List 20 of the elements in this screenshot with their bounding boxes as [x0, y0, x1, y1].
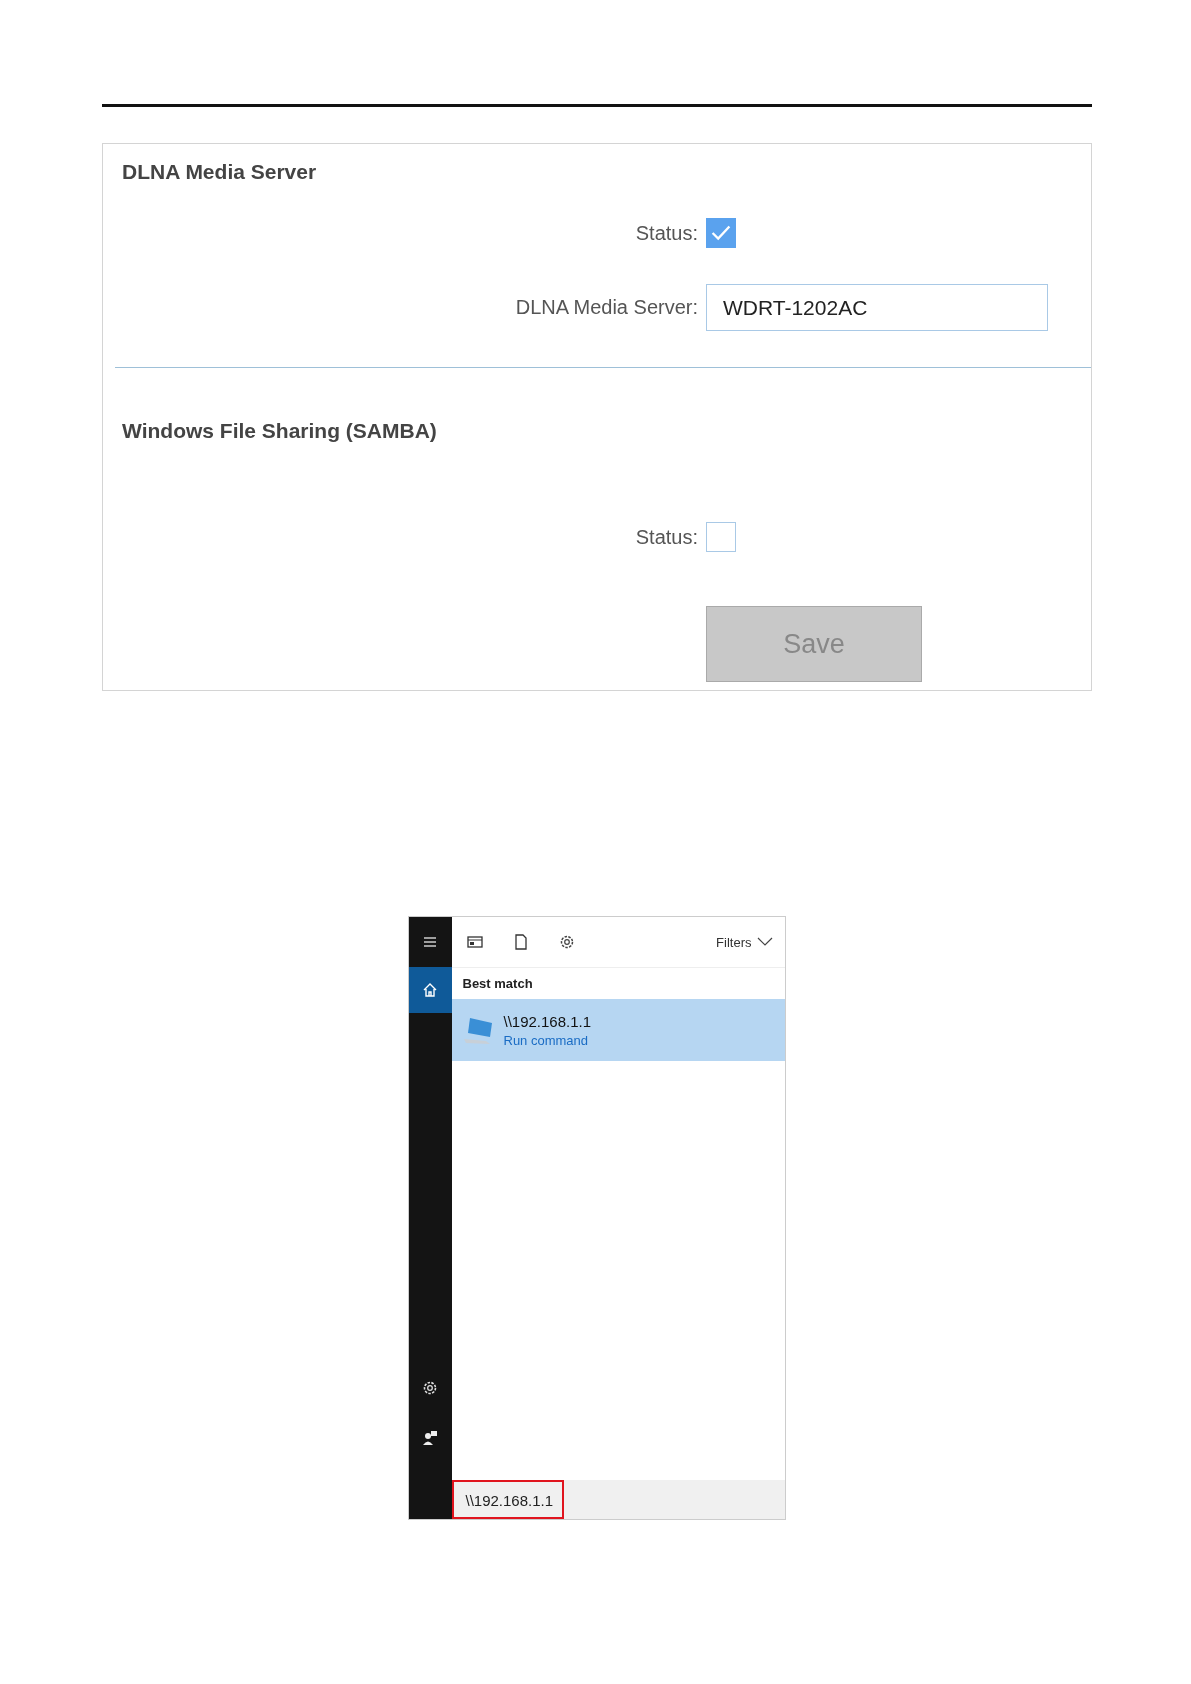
chevron-down-icon: [756, 937, 773, 947]
search-field[interactable]: \\192.168.1.1: [451, 1480, 564, 1519]
section-heading: Best match: [461, 975, 534, 993]
section-heading: DLNA Media Server: [121, 159, 318, 184]
settings-icon: [421, 1379, 439, 1397]
status-checkbox[interactable]: [706, 218, 736, 248]
status-checkbox[interactable]: [706, 522, 736, 552]
result-title: \\192.168.1.1: [503, 1012, 592, 1030]
section-heading: Windows File Sharing (SAMBA): [121, 418, 438, 443]
home-button[interactable]: [408, 967, 452, 1013]
search-result[interactable]: \\192.168.1.1 Run command: [451, 999, 785, 1061]
field-label: Status:: [634, 525, 698, 549]
field-label: Status:: [634, 221, 698, 245]
apps-icon[interactable]: [465, 933, 484, 951]
person-icon: [421, 1429, 439, 1447]
filters-dropdown[interactable]: Filters: [716, 934, 773, 950]
home-icon: [421, 981, 439, 999]
server-name-field[interactable]: WDRT-1202AC: [706, 284, 1048, 331]
result-type: Run command: [503, 1032, 590, 1048]
field-label: DLNA Media Server:: [514, 296, 698, 319]
